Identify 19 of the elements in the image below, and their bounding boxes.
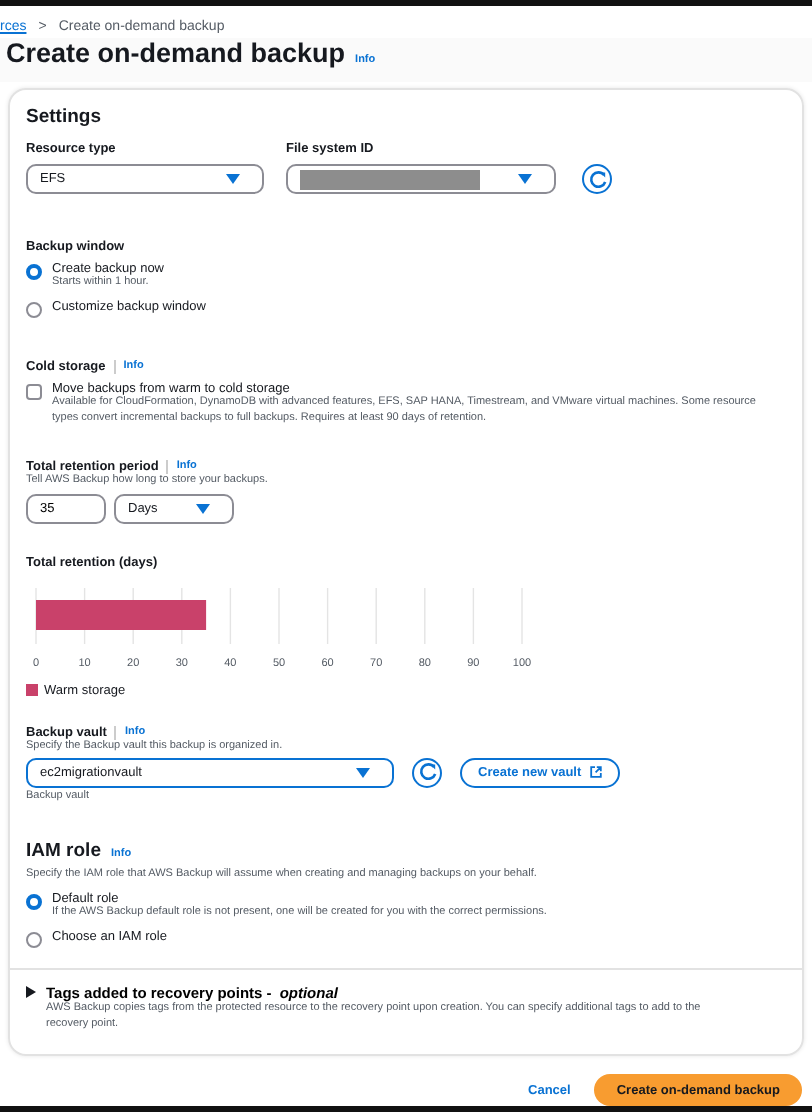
section-title: IAM role xyxy=(26,839,101,862)
file-system-select[interactable] xyxy=(286,164,556,194)
dropdown-caret-icon xyxy=(356,767,370,778)
external-link-icon xyxy=(589,766,602,779)
dropdown-caret-icon xyxy=(226,174,240,184)
refresh-icon xyxy=(417,762,437,783)
refresh-button[interactable] xyxy=(412,757,442,788)
radio-button[interactable] xyxy=(26,931,42,948)
radio-button[interactable] xyxy=(26,301,42,318)
section-title: Settings xyxy=(26,106,103,128)
refresh-button[interactable] xyxy=(582,164,612,194)
expand-caret-icon xyxy=(26,986,36,999)
radio-button[interactable] xyxy=(26,264,42,280)
dropdown-caret-icon xyxy=(196,503,210,514)
checkbox[interactable] xyxy=(26,383,42,400)
dropdown-caret-icon xyxy=(518,174,532,184)
page-title: Create on-demand backup xyxy=(6,38,346,68)
refresh-icon xyxy=(587,169,607,189)
radio-button[interactable] xyxy=(26,893,42,910)
